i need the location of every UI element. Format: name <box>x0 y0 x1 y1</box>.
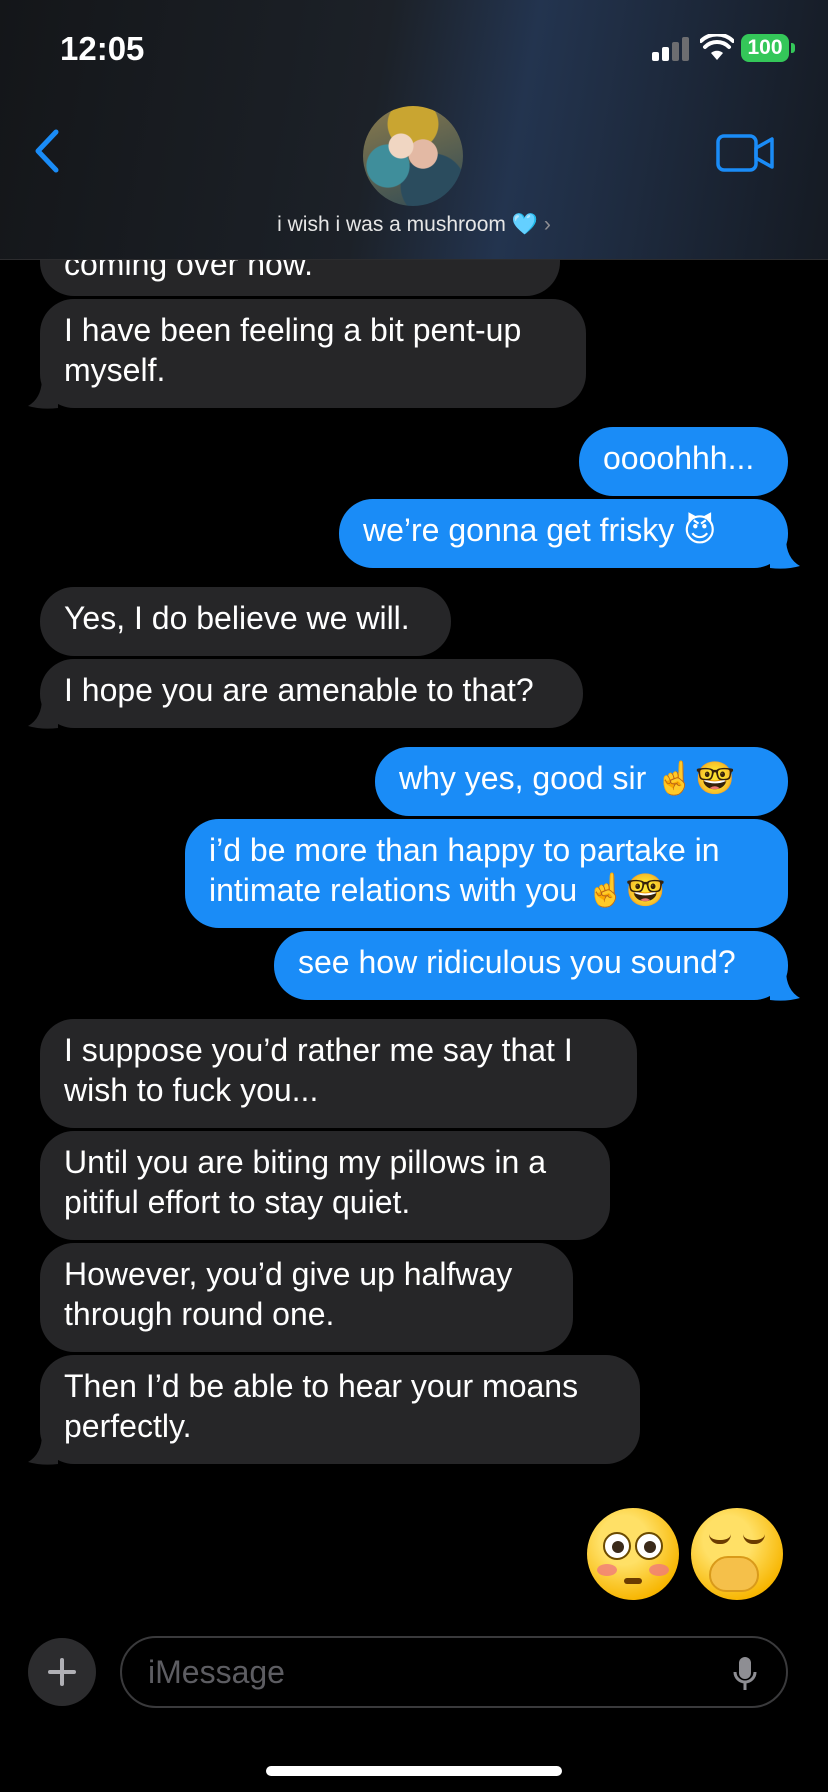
back-chevron-icon[interactable] <box>30 126 64 176</box>
message-bubble-sent[interactable]: why yes, good sir ☝️🤓 <box>375 747 788 816</box>
bubble-tail <box>770 970 800 1001</box>
status-time: 12:05 <box>60 30 145 67</box>
message-bubble-received[interactable]: I hope you are amenable to that? <box>40 659 583 728</box>
cellular-signal-icon <box>652 37 692 61</box>
flushed-face-emoji[interactable] <box>587 1508 679 1600</box>
message-input-placeholder: iMessage <box>148 1654 285 1690</box>
message-input[interactable]: iMessage <box>120 1636 788 1708</box>
message-bubble-received[interactable]: I have been feeling a bit pent-up myself… <box>40 299 586 408</box>
microphone-icon[interactable] <box>732 1656 758 1692</box>
message-bubble-sent[interactable]: see how ridiculous you sound? <box>274 931 788 1000</box>
message-bubble-sent[interactable]: oooohhh... <box>579 427 788 496</box>
battery-nub <box>791 43 795 53</box>
contact-name: i wish i was a mushroom 🩵 <box>277 213 538 236</box>
message-bubble-received[interactable]: Until you are biting my pillows in a pit… <box>40 1131 610 1240</box>
battery-indicator: 100 <box>741 34 789 62</box>
video-call-icon[interactable] <box>716 134 774 172</box>
bubble-tail <box>770 538 800 569</box>
message-bubble-received[interactable]: Yes, I do believe we will. <box>40 587 451 656</box>
message-bubble-sent[interactable]: we’re gonna get frisky 😈 <box>339 499 788 568</box>
wifi-icon <box>700 34 734 60</box>
message-bubble-received[interactable]: Then I’d be able to hear your moans perf… <box>40 1355 640 1464</box>
bubble-tail <box>28 1434 58 1465</box>
conversation-header: 12:05 100 i wish i was a mushroom 🩵 › <box>0 0 828 260</box>
bubble-tail <box>28 378 58 409</box>
contact-name-row[interactable]: i wish i was a mushroom 🩵 › <box>0 213 828 237</box>
message-bubble-received[interactable]: However, you’d give up halfway through r… <box>40 1243 573 1352</box>
bubble-tail <box>28 698 58 729</box>
message-bubble-received[interactable]: I suppose you’d rather me say that I wis… <box>40 1019 637 1128</box>
face-with-hand-over-mouth-emoji[interactable] <box>691 1508 783 1600</box>
contact-avatar[interactable] <box>363 106 463 206</box>
message-bubble-sent[interactable]: i’d be more than happy to partake in int… <box>185 819 788 928</box>
chevron-right-icon: › <box>543 213 551 236</box>
add-attachment-button[interactable] <box>28 1638 96 1706</box>
home-indicator[interactable] <box>266 1766 562 1776</box>
